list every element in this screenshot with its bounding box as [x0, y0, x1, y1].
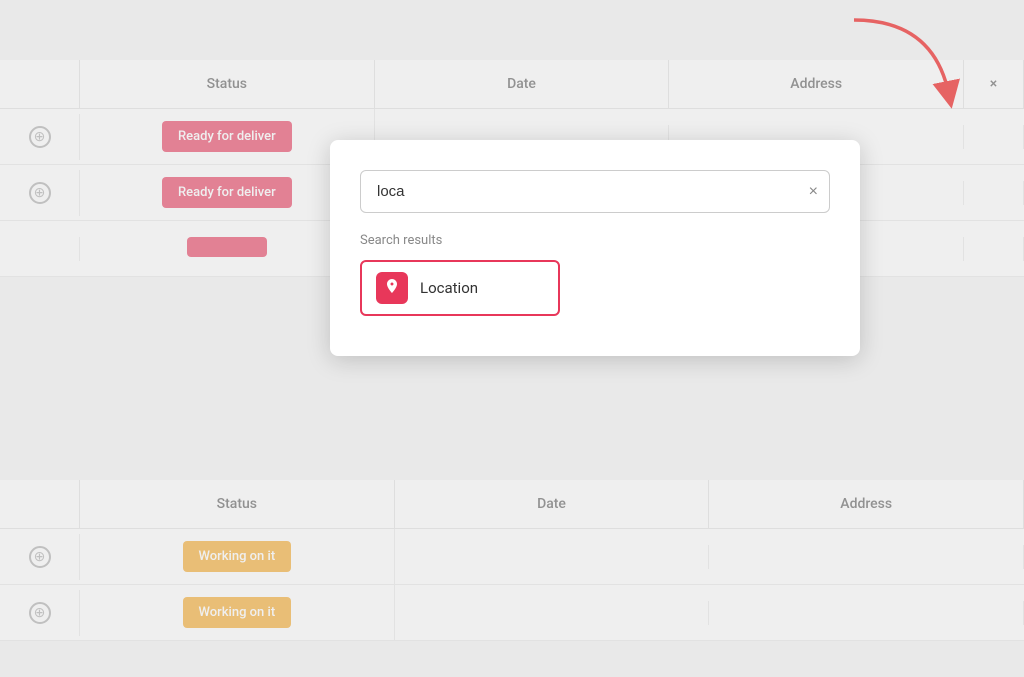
search-input-wrapper: × — [360, 170, 830, 213]
search-input[interactable] — [360, 170, 830, 213]
search-clear-button[interactable]: × — [809, 184, 818, 200]
location-icon — [376, 272, 408, 304]
result-location-label: Location — [420, 279, 478, 297]
search-modal: × Search results Location — [330, 140, 860, 356]
search-result-location[interactable]: Location — [360, 260, 560, 316]
search-results-label: Search results — [360, 233, 830, 248]
